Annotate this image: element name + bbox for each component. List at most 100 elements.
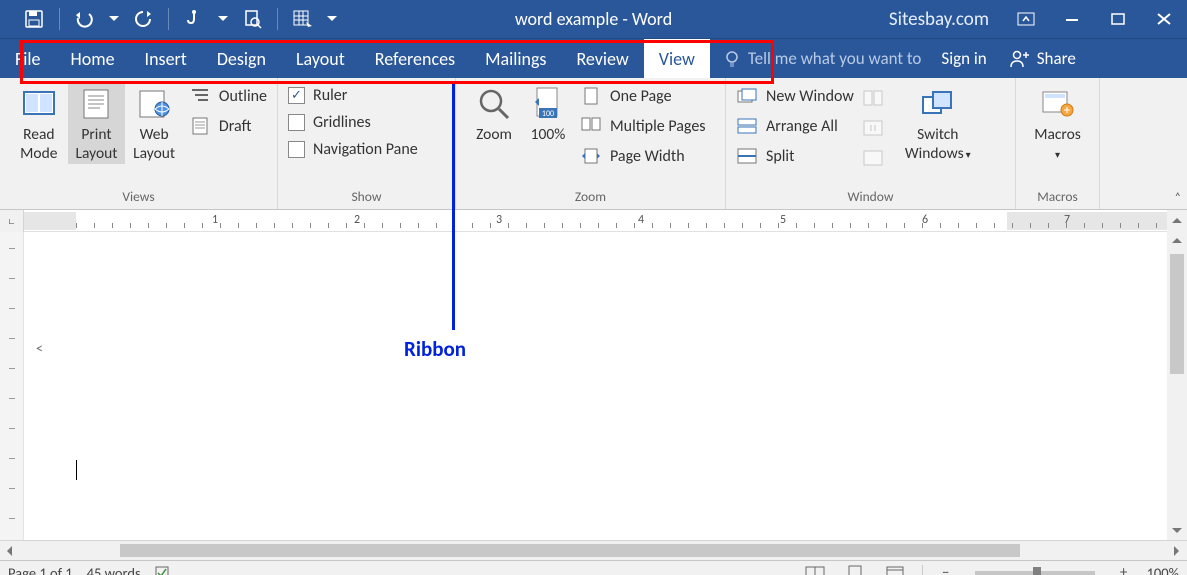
touch-mode-button[interactable] xyxy=(174,0,214,38)
one-page-button[interactable]: One Page xyxy=(580,84,706,108)
outline-icon xyxy=(189,86,211,106)
multiple-pages-icon xyxy=(580,116,602,136)
gridlines-checkbox[interactable]: Gridlines xyxy=(288,113,418,132)
read-mode-button[interactable]: Read Mode xyxy=(10,84,68,164)
qat-separator-3 xyxy=(277,8,278,30)
word-count[interactable]: 45 words xyxy=(87,564,141,575)
tab-insert[interactable]: Insert xyxy=(130,39,202,78)
draft-button[interactable]: Draft xyxy=(189,114,267,138)
svg-text:100: 100 xyxy=(542,109,554,119)
paragraph-mark: < xyxy=(36,340,43,357)
print-layout-icon xyxy=(78,86,114,122)
zoom-slider-knob[interactable] xyxy=(1033,567,1041,575)
quick-table-button[interactable] xyxy=(283,0,323,38)
quick-access-toolbar xyxy=(0,0,341,38)
tab-references[interactable]: References xyxy=(360,39,470,78)
touch-dropdown[interactable] xyxy=(214,0,232,38)
share-button[interactable]: Share xyxy=(999,39,1092,78)
page-indicator[interactable]: Page 1 of 1 xyxy=(8,564,73,575)
save-button[interactable] xyxy=(14,0,54,38)
group-zoom: Zoom 100 100% One Page Multiple Pages xyxy=(456,78,726,209)
web-layout-view-button[interactable] xyxy=(882,563,908,575)
maximize-button[interactable] xyxy=(1095,0,1141,38)
group-show: ✓ Ruler Gridlines Navigation Pane Show xyxy=(278,78,456,209)
zoom-out-button[interactable]: − xyxy=(937,564,955,575)
zoom-slider[interactable] xyxy=(975,571,1095,575)
vertical-ruler[interactable] xyxy=(0,232,24,540)
tab-mailings[interactable]: Mailings xyxy=(470,39,561,78)
tab-file[interactable]: File xyxy=(0,39,56,78)
multiple-pages-button[interactable]: Multiple Pages xyxy=(580,114,706,138)
close-button[interactable] xyxy=(1141,0,1187,38)
collapse-ribbon-button[interactable]: ˄ xyxy=(1175,191,1181,205)
scrollbar-thumb[interactable] xyxy=(1170,254,1184,374)
tab-layout[interactable]: Layout xyxy=(281,39,360,78)
outline-button[interactable]: Outline xyxy=(189,84,267,108)
tab-review[interactable]: Review xyxy=(561,39,643,78)
read-mode-view-button[interactable] xyxy=(802,563,828,575)
ribbon-collapse-area: ˄ xyxy=(1100,78,1187,209)
checkbox-empty-icon xyxy=(288,114,305,131)
zoom-percent[interactable]: 100% xyxy=(1147,564,1179,575)
zoom-in-button[interactable]: + xyxy=(1115,564,1133,575)
document-area: < xyxy=(0,232,1187,540)
annotation-pointer-line xyxy=(452,84,455,330)
proofing-icon[interactable] xyxy=(155,565,173,575)
ruler-checkbox[interactable]: ✓ Ruler xyxy=(288,86,418,105)
tab-view[interactable]: View xyxy=(644,39,710,78)
horizontal-scrollbar[interactable] xyxy=(0,540,1187,560)
status-bar: Page 1 of 1 45 words − + 100% xyxy=(0,560,1187,575)
undo-button[interactable] xyxy=(65,0,105,38)
ruler-scroll-up[interactable] xyxy=(1167,210,1187,232)
sign-in-link[interactable]: Sign in xyxy=(929,39,998,78)
vertical-scrollbar[interactable] xyxy=(1167,232,1187,540)
group-views: Read Mode Print Layout Web Layout xyxy=(0,78,278,209)
text-caret xyxy=(76,460,77,480)
minimize-button[interactable] xyxy=(1049,0,1095,38)
group-window: New Window Arrange All Split xyxy=(726,78,1016,209)
redo-button[interactable] xyxy=(123,0,163,38)
qat-separator-2 xyxy=(168,8,169,30)
page-width-button[interactable]: Page Width xyxy=(580,144,706,168)
share-label: Share xyxy=(1037,48,1076,69)
hundred-percent-button[interactable]: 100 100% xyxy=(522,84,574,164)
new-window-button[interactable]: New Window xyxy=(736,84,854,108)
web-layout-icon xyxy=(136,86,172,122)
switch-windows-button[interactable]: Switch Windows▾ xyxy=(894,84,982,164)
checkbox-empty-icon xyxy=(288,141,305,158)
zoom-button[interactable]: Zoom xyxy=(466,84,522,164)
tab-design[interactable]: Design xyxy=(202,39,281,78)
group-macros: Macros▾ Macros xyxy=(1016,78,1100,209)
scroll-down-button[interactable] xyxy=(1167,522,1187,540)
print-preview-button[interactable] xyxy=(232,0,272,38)
h-scrollbar-thumb[interactable] xyxy=(120,544,1020,557)
ribbon-pane: Read Mode Print Layout Web Layout xyxy=(0,78,1187,210)
arrange-all-button[interactable]: Arrange All xyxy=(736,114,854,138)
macros-button[interactable]: Macros▾ xyxy=(1026,84,1089,164)
group-window-label: Window xyxy=(726,188,1015,209)
navigation-pane-checkbox[interactable]: Navigation Pane xyxy=(288,140,418,159)
undo-dropdown[interactable] xyxy=(105,0,123,38)
scroll-right-button[interactable] xyxy=(1167,541,1187,560)
ruler-strip[interactable]: 1 2 3 4 5 6 7 xyxy=(24,212,1167,230)
ribbon-display-options-button[interactable] xyxy=(1003,0,1049,38)
read-mode-icon xyxy=(21,86,57,122)
scroll-up-button[interactable] xyxy=(1167,232,1187,250)
print-layout-view-button[interactable] xyxy=(842,563,868,575)
print-layout-button[interactable]: Print Layout xyxy=(68,84,126,164)
tab-selector[interactable]: ∟ xyxy=(0,210,24,232)
scroll-left-button[interactable] xyxy=(0,541,20,560)
tab-home[interactable]: Home xyxy=(56,39,130,78)
quick-table-dropdown[interactable] xyxy=(323,0,341,38)
sync-scroll-icon xyxy=(862,118,884,138)
magnifier-icon xyxy=(476,86,512,122)
document-canvas[interactable]: < xyxy=(24,232,1167,540)
split-button[interactable]: Split xyxy=(736,144,854,168)
title-bar: word example - Word Sitesbay.com xyxy=(0,0,1187,38)
annotation-label: Ribbon xyxy=(404,336,466,362)
horizontal-ruler: ∟ 1 2 3 4 5 6 7 xyxy=(0,210,1187,232)
ribbon-tabs: File Home Insert Design Layout Reference… xyxy=(0,38,1187,78)
group-zoom-label: Zoom xyxy=(456,188,725,209)
tell-me-search[interactable]: Tell me what you want to xyxy=(710,39,930,78)
web-layout-button[interactable]: Web Layout xyxy=(125,84,183,164)
